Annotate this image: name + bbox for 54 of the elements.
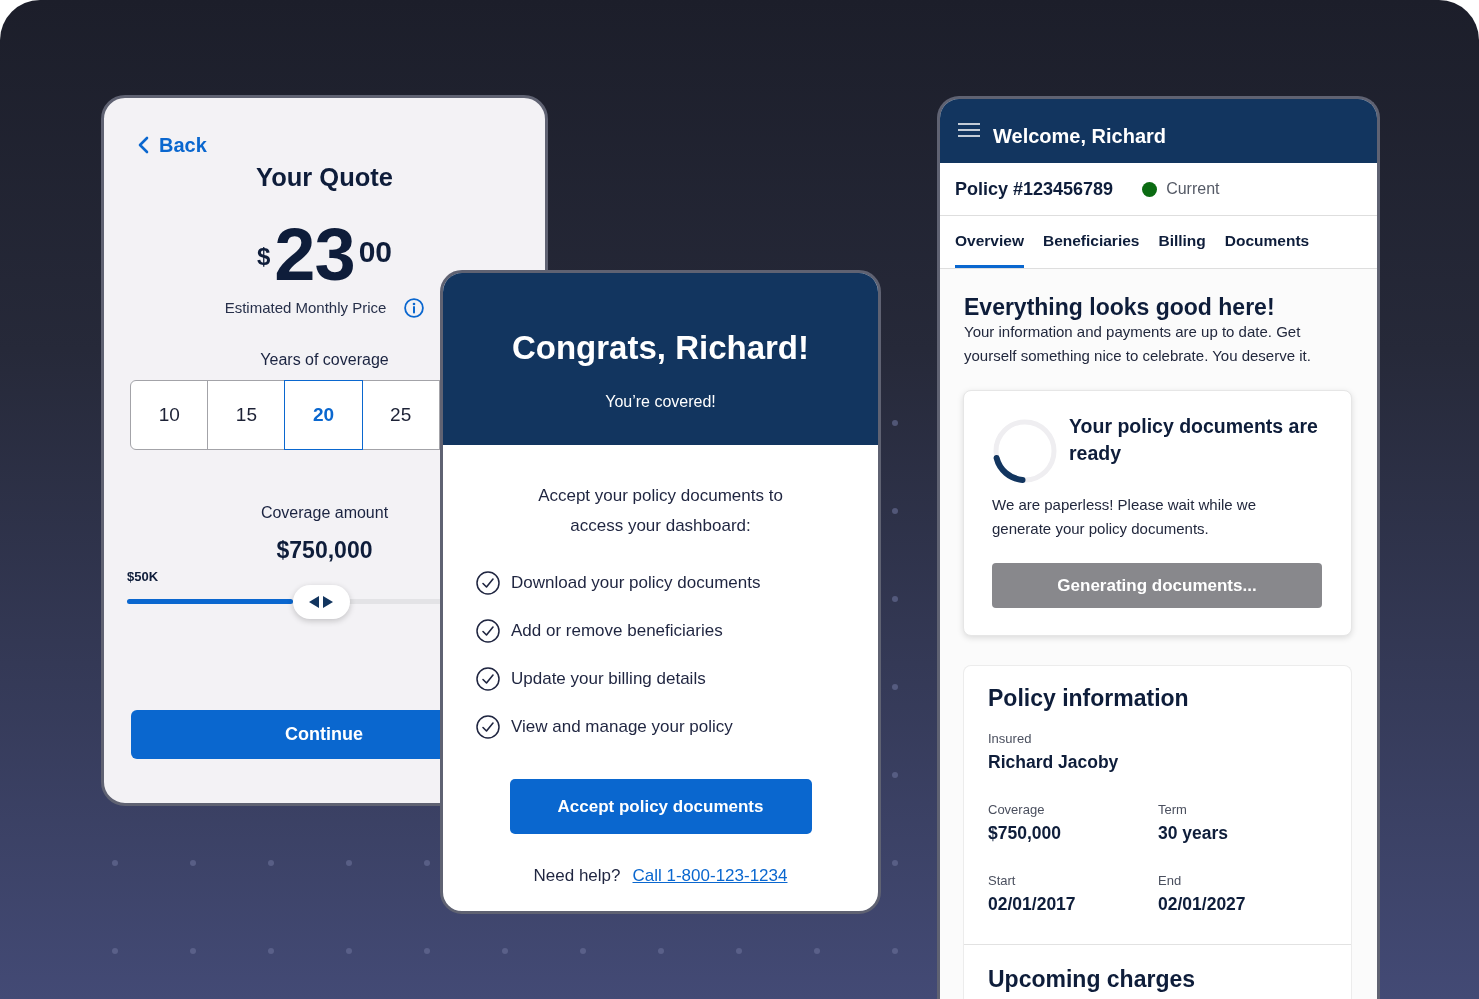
years-label: Years of coverage	[260, 350, 389, 370]
checklist-text: Add or remove beneficiaries	[511, 620, 723, 642]
field-value: 30 years	[1158, 822, 1229, 845]
policy-number: Policy #123456789	[955, 178, 1114, 200]
continue-button[interactable]: Continue	[131, 710, 440, 759]
field-label: Term	[1158, 802, 1187, 818]
year-option[interactable]: 25	[361, 380, 440, 450]
status-message: Your information and payments are up to date. Get yourself something nice to celebrate. You deserve it.	[964, 322, 1312, 366]
info-icon[interactable]	[404, 298, 425, 318]
year-option[interactable]: 15	[207, 380, 286, 450]
checklist-text: Download your policy documents	[511, 572, 761, 594]
price-label: Estimated Monthly Price	[224, 298, 387, 318]
card-text: We are paperless! Please wait while we generate your policy documents.	[992, 495, 1258, 539]
section-heading: Everything looks good here!	[964, 293, 1275, 321]
section-title: Upcoming charges	[988, 965, 1196, 993]
price-currency: $	[256, 244, 271, 270]
coverage-label: Coverage amount	[260, 503, 389, 523]
year-option[interactable]: 20	[284, 380, 363, 450]
field-label: Insured	[988, 731, 1032, 747]
field-label: End	[1158, 873, 1182, 889]
tab[interactable]: Documents	[1224, 216, 1310, 268]
checklist-text: View and manage your policy	[511, 716, 733, 738]
field-value: Richard Jacoby	[988, 751, 1119, 774]
coverage-value: $750,000	[276, 536, 373, 564]
info-title: Policy information	[988, 684, 1189, 712]
tab[interactable]: Billing	[1158, 216, 1206, 268]
card-title: Your policy documents are ready	[1069, 413, 1319, 466]
field-value: 02/01/2027	[1158, 893, 1246, 916]
quote-title: Your Quote	[256, 162, 393, 193]
slider-min-label: $50K	[127, 569, 159, 585]
field-label: Start	[988, 873, 1016, 889]
menu-icon[interactable]	[958, 123, 980, 137]
field-label: Coverage	[988, 802, 1045, 818]
tab[interactable]: Beneficiaries	[1042, 216, 1140, 268]
tab[interactable]: Overview	[955, 216, 1024, 268]
header-title: Welcome, Richard	[993, 124, 1167, 148]
field-value: 02/01/2017	[988, 893, 1076, 916]
year-option[interactable]: 10	[130, 380, 209, 450]
checklist-text: Update your billing details	[511, 668, 706, 690]
slider-thumb[interactable]	[292, 584, 350, 619]
left-right-arrows-icon	[309, 595, 334, 608]
congrats-title: Congrats, Richard!	[511, 328, 809, 368]
phone-link[interactable]: Call 1-800-123-1234	[632, 864, 788, 888]
status-label: Current	[1166, 179, 1220, 199]
spinner-icon	[992, 418, 1058, 484]
price-amount: 23	[274, 225, 355, 285]
help-text: Need help?	[533, 865, 621, 887]
back-link[interactable]: Back	[138, 135, 207, 155]
congrats-subtitle: You’re covered!	[605, 392, 716, 412]
field-value: $750,000	[988, 822, 1061, 845]
chevron-left-icon	[138, 136, 149, 154]
accept-button[interactable]: Accept policy documents	[509, 779, 812, 834]
price-cents: 00	[358, 237, 392, 267]
intro-text: Accept your policy documents to access your dashboard:	[537, 485, 784, 537]
